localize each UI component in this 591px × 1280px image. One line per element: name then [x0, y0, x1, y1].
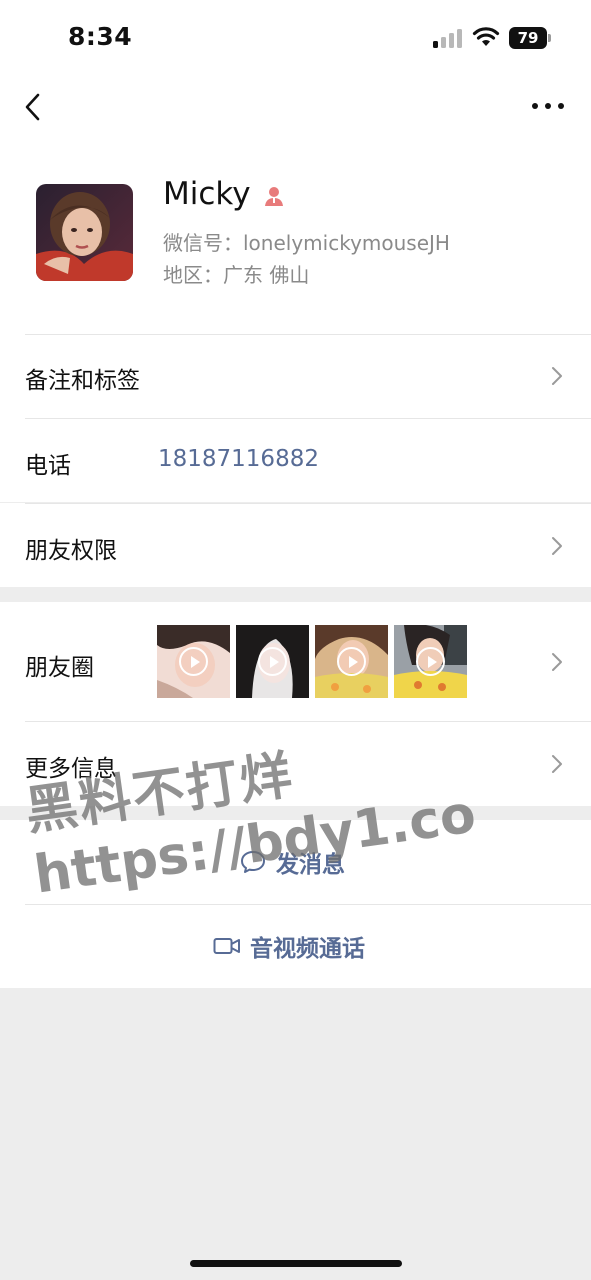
more-info-label: 更多信息 [25, 756, 117, 782]
chat-bubble-icon [241, 851, 265, 873]
divider [25, 503, 591, 504]
divider [25, 721, 591, 722]
send-message-label: 发消息 [276, 852, 345, 878]
send-message-button[interactable]: 发消息 [0, 820, 591, 904]
status-time: 8:34 [68, 22, 133, 51]
cellular-signal-icon [433, 29, 462, 48]
remark-tags-label: 备注和标签 [25, 368, 140, 394]
nav-bar [0, 78, 591, 138]
avatar[interactable] [36, 184, 133, 281]
video-call-button[interactable]: 音视频通话 [0, 904, 591, 988]
phone-label: 电话 [25, 453, 71, 479]
moments-video-thumbnail[interactable] [157, 625, 230, 698]
video-call-label: 音视频通话 [250, 936, 365, 962]
female-icon [265, 187, 283, 206]
more-info-row[interactable]: 更多信息 [0, 721, 591, 806]
contact-name: Micky [163, 176, 251, 212]
wifi-icon [472, 27, 500, 46]
chevron-right-icon [552, 537, 562, 555]
status-bar: 8:34 79 [0, 0, 591, 78]
profile-header: Micky 微信号：lonelymickymouseJH 地区：广东 佛山 [0, 138, 591, 334]
chevron-right-icon [552, 755, 562, 773]
moments-video-thumbnail[interactable] [394, 625, 467, 698]
play-icon [416, 647, 445, 676]
phone-number[interactable]: 18187116882 [158, 446, 319, 472]
video-camera-icon [213, 938, 240, 954]
divider [25, 418, 591, 419]
play-icon [179, 647, 208, 676]
play-icon [258, 647, 287, 676]
battery-level: 79 [517, 29, 539, 47]
wechat-id: 微信号：lonelymickymouseJH [163, 231, 450, 255]
moments-video-thumbnail[interactable] [315, 625, 388, 698]
battery-icon: 79 [509, 27, 551, 49]
friend-permissions-row[interactable]: 朋友权限 [0, 503, 591, 587]
back-icon[interactable] [20, 90, 46, 124]
divider [25, 334, 591, 335]
more-icon[interactable] [531, 96, 565, 116]
moments-video-thumbnail[interactable] [236, 625, 309, 698]
remark-tags-row[interactable]: 备注和标签 [0, 334, 591, 418]
chevron-right-icon [552, 653, 562, 671]
moments-label: 朋友圈 [25, 655, 94, 681]
chevron-right-icon [552, 367, 562, 385]
phone-row: 电话 18187116882 [0, 418, 591, 502]
region: 地区：广东 佛山 [163, 263, 310, 287]
home-indicator[interactable] [190, 1260, 402, 1267]
play-icon [337, 647, 366, 676]
friend-permissions-label: 朋友权限 [25, 538, 117, 564]
